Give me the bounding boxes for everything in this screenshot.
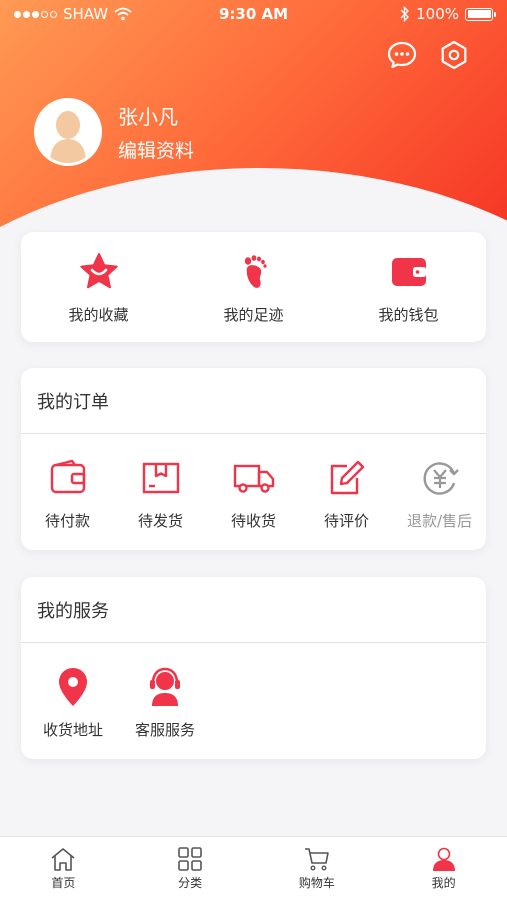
service-label: 收货地址: [42, 721, 103, 739]
wifi-icon: [114, 7, 132, 21]
settings-icon: [441, 40, 467, 70]
wallet-outline-icon: [50, 459, 85, 494]
orders-title[interactable]: 我的订单: [21, 368, 486, 434]
status-bar: SHAW 9:30 AM 100%: [0, 0, 507, 28]
edit-profile-link[interactable]: 编辑资料: [118, 136, 194, 163]
profile-section[interactable]: 张小凡 编辑资料: [34, 98, 194, 166]
services-card: 我的服务 收货地址 客服服务: [21, 577, 486, 759]
signal-icon: [14, 10, 57, 18]
footprints-button[interactable]: 我的足迹: [176, 232, 331, 342]
avatar[interactable]: [34, 98, 102, 166]
favorites-button[interactable]: 我的收藏: [21, 232, 176, 342]
pending-payment-button[interactable]: 待付款: [21, 456, 114, 531]
customer-service-button[interactable]: 客服服务: [119, 665, 211, 740]
order-status-label: 待发货: [137, 512, 183, 530]
package-icon: [142, 462, 179, 494]
pending-receipt-button[interactable]: 待收货: [207, 456, 300, 531]
avatar-placeholder-icon: [37, 101, 99, 163]
refund-icon: [423, 462, 459, 495]
tab-cart[interactable]: 购物车: [254, 837, 381, 900]
tab-bar: 首页 分类 购物车 我的: [0, 836, 507, 900]
bluetooth-icon: [400, 6, 410, 22]
star-icon: [79, 253, 118, 289]
refund-aftersale-button[interactable]: 退款/售后: [393, 456, 486, 531]
wallet-icon: [391, 258, 426, 286]
quick-link-label: 我的钱包: [378, 306, 439, 324]
orders-card: 我的订单 待付款 待发货 待收货 待评价 退款/售后: [21, 368, 486, 550]
customer-service-icon: [150, 667, 180, 706]
carrier-label: SHAW: [63, 5, 109, 23]
order-status-label: 待付款: [44, 512, 90, 530]
settings-button[interactable]: [437, 38, 471, 72]
user-icon: [432, 847, 455, 871]
tab-label: 我的: [431, 876, 456, 890]
grid-icon: [178, 847, 202, 871]
tab-label: 分类: [178, 876, 203, 890]
message-icon: [387, 41, 417, 69]
order-status-label: 退款/售后: [406, 512, 473, 530]
home-icon: [51, 848, 75, 871]
tab-label: 购物车: [298, 876, 335, 890]
quick-links-card: 我的收藏 我的足迹 我的钱包: [21, 232, 486, 342]
location-pin-icon: [59, 668, 87, 706]
battery-icon: [465, 7, 496, 21]
user-name: 张小凡: [118, 105, 178, 129]
edit-icon: [330, 460, 364, 495]
pending-review-button[interactable]: 待评价: [300, 456, 393, 531]
tab-home[interactable]: 首页: [0, 837, 127, 900]
truck-icon: [233, 464, 274, 493]
order-status-label: 待收货: [230, 512, 276, 530]
status-time: 9:30 AM: [218, 5, 289, 23]
address-button[interactable]: 收货地址: [27, 665, 119, 740]
service-label: 客服服务: [134, 721, 195, 739]
wallet-button[interactable]: 我的钱包: [331, 232, 486, 342]
services-title: 我的服务: [21, 577, 486, 643]
footprint-icon: [244, 255, 267, 288]
battery-percent: 100%: [416, 5, 459, 23]
message-button[interactable]: [385, 38, 419, 72]
tab-me[interactable]: 我的: [380, 837, 507, 900]
quick-link-label: 我的足迹: [223, 306, 284, 324]
pending-shipment-button[interactable]: 待发货: [114, 456, 207, 531]
tab-label: 首页: [51, 876, 76, 890]
cart-icon: [304, 848, 329, 871]
quick-link-label: 我的收藏: [68, 306, 129, 324]
tab-category[interactable]: 分类: [127, 837, 254, 900]
order-status-label: 待评价: [323, 512, 369, 530]
